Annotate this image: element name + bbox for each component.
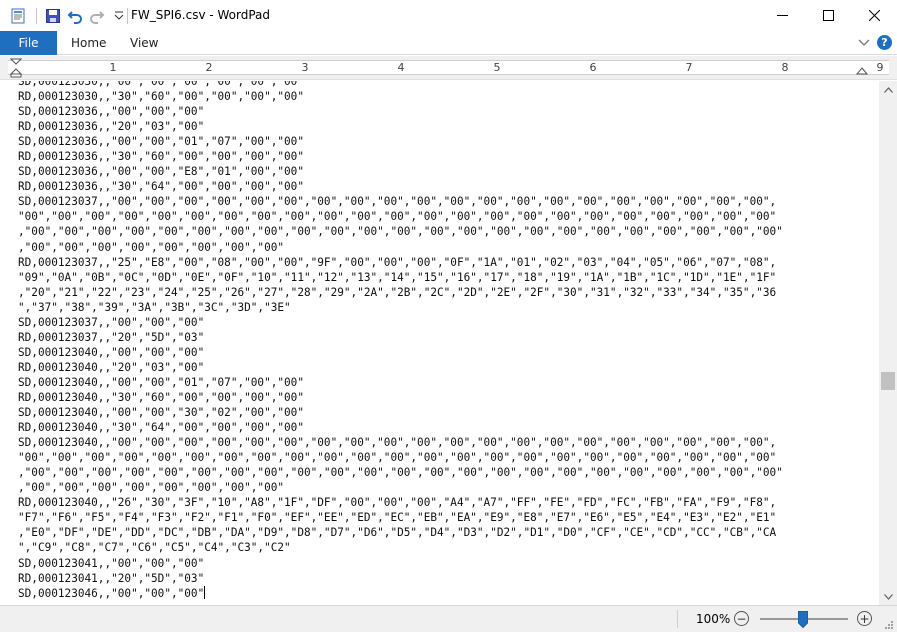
quick-access-toolbar [8,6,131,26]
help-icon[interactable]: ? [877,35,892,50]
ruler-ticks [8,67,889,68]
maximize-icon [822,10,834,21]
text-caret [204,585,206,599]
document-line[interactable]: RD,000123040,,"30","64","00","00","00","… [18,420,856,435]
close-icon [868,10,880,21]
document-line[interactable]: "09","0A","0B","0C","0D","0E","0F","10",… [18,270,856,285]
resize-grip-icon[interactable] [880,618,894,630]
ruler-number: 4 [397,61,405,74]
document-line[interactable]: SD,000123030,,"00","00","00","00","00","… [18,81,856,89]
document-line[interactable]: ,"00","00","00","00","00","00","00","00"… [18,224,856,239]
document-line[interactable]: "F7","F6","F5","F4","F3","F2","F1","F0",… [18,510,856,525]
document-line[interactable]: RD,000123037,,"25","E8","00","08","00","… [18,255,856,270]
document-line[interactable]: SD,000123040,,"00","00","30","02","00","… [18,405,856,420]
document-line[interactable]: ,"00","00","00","00","00","00","00","00" [18,480,856,495]
chevron-up-icon [883,86,893,93]
document-line[interactable]: ,"E0","DF","DE","DD","DC","DB","DA","D9"… [18,525,856,540]
document-line[interactable]: SD,000123040,,"00","00","00" [18,345,856,360]
ruler-number: 7 [685,61,693,74]
document-line[interactable]: RD,000123040,,"26","30","3F","10","A8","… [18,495,856,510]
document-line[interactable]: ,"00","00","00","00","00","00","00","00" [18,240,856,255]
indent-marker-icon[interactable] [9,58,23,81]
minimize-button[interactable] [759,0,805,31]
redo-icon[interactable] [87,6,107,26]
document-line[interactable]: SD,000123036,,"00","00","00" [18,104,856,119]
document-line[interactable]: ,"00","00","00","00","00","00","00","00"… [18,465,856,480]
document-line[interactable]: RD,000123030,,"30","60","00","00","00","… [18,89,856,104]
ruler-number: 2 [205,61,213,74]
minimize-icon [776,15,788,16]
maximize-button[interactable] [805,0,851,31]
ribbon-tabs: File Home View ? [0,31,897,55]
tab-view[interactable]: View [130,36,158,50]
chevron-down-icon [883,593,893,600]
document-line[interactable]: RD,000123041,,"20","5D","03" [18,571,856,586]
document-line[interactable]: RD,000123036,,"30","60","00","00","00","… [18,149,856,164]
document-line[interactable]: SD,000123036,,"00","00","E8","01","00","… [18,164,856,179]
zoom-out-button[interactable]: − [734,611,749,626]
undo-icon[interactable] [65,6,85,26]
document-text[interactable]: SD,000123030,,"00","00","00","00","00","… [18,81,856,601]
document-line[interactable]: SD,000123040,,"00","00","01","07","00","… [18,375,856,390]
save-icon[interactable] [43,6,63,26]
title-bar: FW_SPI6.csv - WordPad [0,0,897,31]
document-line[interactable]: "00","00","00","00","00","00","00","00",… [18,450,856,465]
ruler-number: 1 [109,61,117,74]
document-area[interactable]: SD,000123030,,"00","00","00","00","00","… [0,81,879,605]
ruler-number: 3 [301,61,309,74]
tab-file[interactable]: File [0,31,57,55]
customize-qat-icon[interactable] [109,6,129,26]
document-line[interactable]: "00","00","00","00","00","00","00","00",… [18,209,856,224]
collapse-ribbon-icon[interactable] [856,35,872,51]
status-bar: 100% − + [0,605,897,632]
document-line[interactable]: RD,000123036,,"30","64","00","00","00","… [18,179,856,194]
document-line[interactable]: SD,000123037,,"00","00","00" [18,315,856,330]
tab-home[interactable]: Home [71,36,106,50]
ruler: 1 2 3 4 5 6 7 8 9 [0,56,897,80]
qat-separator [36,8,37,24]
document-line[interactable]: SD,000123037,,"00","00","00","00","00","… [18,194,856,209]
scroll-thumb[interactable] [881,372,895,390]
ruler-number: 6 [589,61,597,74]
document-line[interactable]: SD,000123041,,"00","00","00" [18,556,856,571]
scroll-down-button[interactable] [879,588,897,605]
document-line[interactable]: RD,000123040,,"30","60","00","00","00","… [18,390,856,405]
ruler-strip: 1 2 3 4 5 6 7 8 9 [8,60,889,75]
document-line[interactable]: ","37","38","39","3A","3B","3C","3D","3E… [18,300,856,315]
vertical-scrollbar[interactable] [879,81,897,605]
ruler-number: 9 [876,61,884,74]
document-line[interactable]: RD,000123037,,"20","5D","03" [18,330,856,345]
zoom-in-button[interactable]: + [857,611,872,626]
document-line[interactable]: SD,000123036,,"00","00","01","07","00","… [18,134,856,149]
ruler-number: 8 [781,61,789,74]
scroll-up-button[interactable] [879,81,897,98]
title-separator [127,8,128,24]
window-title: FW_SPI6.csv - WordPad [131,8,271,22]
right-indent-marker-icon[interactable] [855,58,869,79]
document-line[interactable]: ,"20","21","22","23","24","25","26","27"… [18,285,856,300]
status-separator [677,610,678,628]
document-line[interactable]: RD,000123040,,"20","03","00" [18,360,856,375]
zoom-level[interactable]: 100% [696,612,730,626]
document-line[interactable]: RD,000123036,,"20","03","00" [18,119,856,134]
ruler-number: 5 [493,61,501,74]
document-line[interactable]: ","C9","C8","C7","C6","C5","C4","C3","C2… [18,540,856,555]
document-line[interactable]: SD,000123040,,"00","00","00","00","00","… [18,435,856,450]
document-line[interactable]: SD,000123046,,"00","00","00" [18,585,856,601]
close-button[interactable] [851,0,897,31]
wordpad-app-icon[interactable] [8,6,28,26]
zoom-slider-thumb[interactable] [798,611,808,629]
